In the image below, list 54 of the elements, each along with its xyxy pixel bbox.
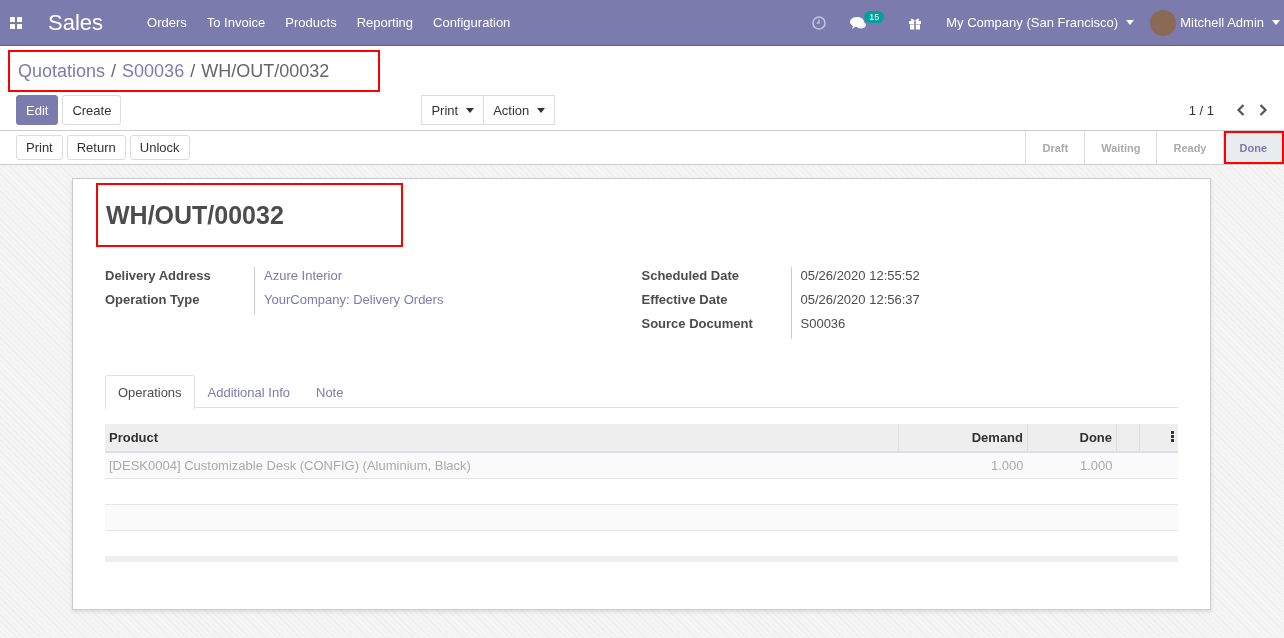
dropdown-button[interactable]: Action [484,95,556,125]
tab[interactable]: Additional Info [194,375,303,408]
breadcrumb-separator: / [190,60,196,82]
column-header[interactable]: Demand [898,424,1028,452]
field-link[interactable]: Azure Interior [255,267,642,291]
previous-icon[interactable] [1236,103,1246,117]
menu-item[interactable]: Configuration [423,15,521,30]
dropdown-button[interactable]: Print [421,95,485,125]
header-button[interactable]: Print [16,135,63,160]
menu-item[interactable]: Reporting [346,15,423,30]
caret-icon [1126,20,1135,25]
more-options-icon[interactable] [1171,431,1174,442]
caret-icon [537,107,546,113]
company-switcher[interactable]: My Company (San Francisco) [934,15,1147,30]
field-label: Source Document [641,315,792,339]
edit-button[interactable]: Edit [16,95,59,125]
field-value: S00036 [799,315,847,333]
breadcrumb-current: WH/OUT/00032 [201,60,330,82]
menu-item[interactable]: Orders [137,15,197,30]
menu-item[interactable]: Products [275,15,347,30]
app-name: Sales [48,9,104,36]
breadcrumb-link[interactable]: S00036 [122,60,185,82]
message-count-badge: 15 [864,10,885,23]
breadcrumb-link[interactable]: Quotations [18,60,106,82]
apps-grid-icon[interactable] [10,16,22,29]
field-label: Operation Type [105,291,255,315]
clock-icon[interactable] [812,15,827,30]
field-label: Effective Date [641,291,792,315]
header-button[interactable]: Unlock [129,135,190,160]
table-cell: 1.000 [1027,452,1117,479]
field-value: 05/26/2020 12:56:37 [799,291,921,309]
status-step[interactable]: Done [1223,131,1284,164]
field-label: Delivery Address [105,267,255,291]
user-menu[interactable]: Mitchell Admin [1176,15,1284,30]
tab[interactable]: Operations [105,375,195,409]
pager-value: 1 / 1 [1188,102,1214,118]
column-header[interactable]: Product [105,424,899,452]
create-button[interactable]: Create [62,95,122,125]
field-link[interactable]: YourCompany: Delivery Orders [255,291,642,315]
menu-item[interactable]: To Invoice [196,15,276,30]
caret-icon [1272,20,1280,25]
header-button[interactable]: Return [66,135,126,160]
field-value: 05/26/2020 12:55:52 [799,267,921,285]
next-icon[interactable] [1258,103,1268,117]
table-cell: 1.000 [898,452,1028,479]
column-header[interactable]: Done [1027,424,1117,452]
caret-icon [466,107,475,113]
record-title: WH/OUT/00032 [106,200,284,230]
breadcrumb-separator: / [111,60,117,82]
field-label: Scheduled Date [641,267,792,291]
avatar-circle [1150,9,1177,36]
tab[interactable]: Note [303,375,357,408]
table-cell: [DESK0004] Customizable Desk (CONFIG) (Aluminium, Black) [105,452,899,479]
chat-icon[interactable] [850,15,868,30]
